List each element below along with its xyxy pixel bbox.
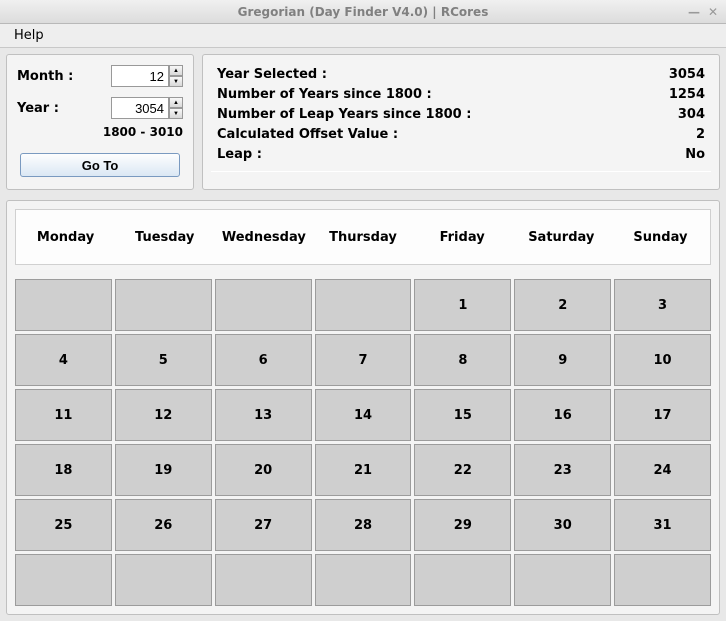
year-selected-label: Year Selected : <box>217 65 327 85</box>
calendar-cell: 23 <box>514 444 611 496</box>
calendar-cell: 27 <box>215 499 312 551</box>
menubar: Help <box>0 24 726 48</box>
calendar-cell: 21 <box>315 444 412 496</box>
calendar-cell: 30 <box>514 499 611 551</box>
calendar-cell <box>215 554 312 606</box>
calendar-cell: 25 <box>15 499 112 551</box>
calendar-cell: 15 <box>414 389 511 441</box>
calendar-header: Monday <box>16 210 115 264</box>
year-spinner[interactable]: ▲ ▼ <box>111 97 183 119</box>
calendar-cell <box>514 554 611 606</box>
calendar-header: Friday <box>413 210 512 264</box>
calendar-cell: 19 <box>115 444 212 496</box>
close-icon[interactable]: ✕ <box>708 5 718 19</box>
window-title: Gregorian (Day Finder V4.0) | RCores <box>238 5 489 19</box>
leap-label: Leap : <box>217 145 262 165</box>
calendar-cell <box>414 554 511 606</box>
calendar-header-row: Monday Tuesday Wednesday Thursday Friday… <box>15 209 711 265</box>
offset-label: Calculated Offset Value : <box>217 125 398 145</box>
calendar-header: Saturday <box>512 210 611 264</box>
calendar-cell: 7 <box>315 334 412 386</box>
month-input[interactable] <box>111 65 169 87</box>
years-since-label: Number of Years since 1800 : <box>217 85 432 105</box>
calendar-cell <box>15 554 112 606</box>
calendar-cell: 13 <box>215 389 312 441</box>
leap-value: No <box>685 145 705 165</box>
input-panel: Month : ▲ ▼ Year : ▲ ▼ <box>6 54 194 190</box>
calendar-header: Wednesday <box>214 210 313 264</box>
calendar-cell: 12 <box>115 389 212 441</box>
leap-years-value: 304 <box>678 105 705 125</box>
year-down-button[interactable]: ▼ <box>169 108 183 119</box>
minimize-icon[interactable]: — <box>688 5 700 19</box>
calendar-cell: 28 <box>315 499 412 551</box>
calendar-cell <box>15 279 112 331</box>
month-down-button[interactable]: ▼ <box>169 76 183 87</box>
calendar-cell: 16 <box>514 389 611 441</box>
calendar-cell: 14 <box>315 389 412 441</box>
calendar-cell: 5 <box>115 334 212 386</box>
year-label: Year : <box>17 101 79 116</box>
calendar-cell: 9 <box>514 334 611 386</box>
calendar-cell <box>614 554 711 606</box>
calendar-grid: 1234567891011121314151617181920212223242… <box>15 279 711 606</box>
calendar-cell: 24 <box>614 444 711 496</box>
calendar-cell: 8 <box>414 334 511 386</box>
calendar-cell: 20 <box>215 444 312 496</box>
offset-value: 2 <box>696 125 705 145</box>
calendar-cell <box>115 554 212 606</box>
month-label: Month : <box>17 69 79 84</box>
calendar-cell <box>315 279 412 331</box>
year-selected-value: 3054 <box>669 65 705 85</box>
calendar-panel: Monday Tuesday Wednesday Thursday Friday… <box>6 200 720 615</box>
calendar-cell: 1 <box>414 279 511 331</box>
calendar-cell: 29 <box>414 499 511 551</box>
calendar-cell: 4 <box>15 334 112 386</box>
calendar-cell: 17 <box>614 389 711 441</box>
calendar-cell <box>315 554 412 606</box>
year-input[interactable] <box>111 97 169 119</box>
calendar-header: Tuesday <box>115 210 214 264</box>
year-range-hint: 1800 - 3010 <box>17 125 183 139</box>
month-spinner[interactable]: ▲ ▼ <box>111 65 183 87</box>
month-up-button[interactable]: ▲ <box>169 65 183 76</box>
calendar-cell: 18 <box>15 444 112 496</box>
calendar-cell: 10 <box>614 334 711 386</box>
year-up-button[interactable]: ▲ <box>169 97 183 108</box>
calendar-cell: 6 <box>215 334 312 386</box>
calendar-cell: 3 <box>614 279 711 331</box>
calendar-cell: 26 <box>115 499 212 551</box>
goto-button[interactable]: Go To <box>20 153 180 177</box>
calendar-cell: 22 <box>414 444 511 496</box>
menu-help[interactable]: Help <box>8 26 50 45</box>
calendar-cell: 2 <box>514 279 611 331</box>
calendar-cell <box>215 279 312 331</box>
calendar-cell: 31 <box>614 499 711 551</box>
info-separator <box>211 171 711 172</box>
window-titlebar: Gregorian (Day Finder V4.0) | RCores — ✕ <box>0 0 726 24</box>
years-since-value: 1254 <box>669 85 705 105</box>
info-panel: Year Selected : 3054 Number of Years sin… <box>202 54 720 190</box>
calendar-cell: 11 <box>15 389 112 441</box>
leap-years-label: Number of Leap Years since 1800 : <box>217 105 471 125</box>
calendar-header: Thursday <box>313 210 412 264</box>
calendar-header: Sunday <box>611 210 710 264</box>
calendar-cell <box>115 279 212 331</box>
